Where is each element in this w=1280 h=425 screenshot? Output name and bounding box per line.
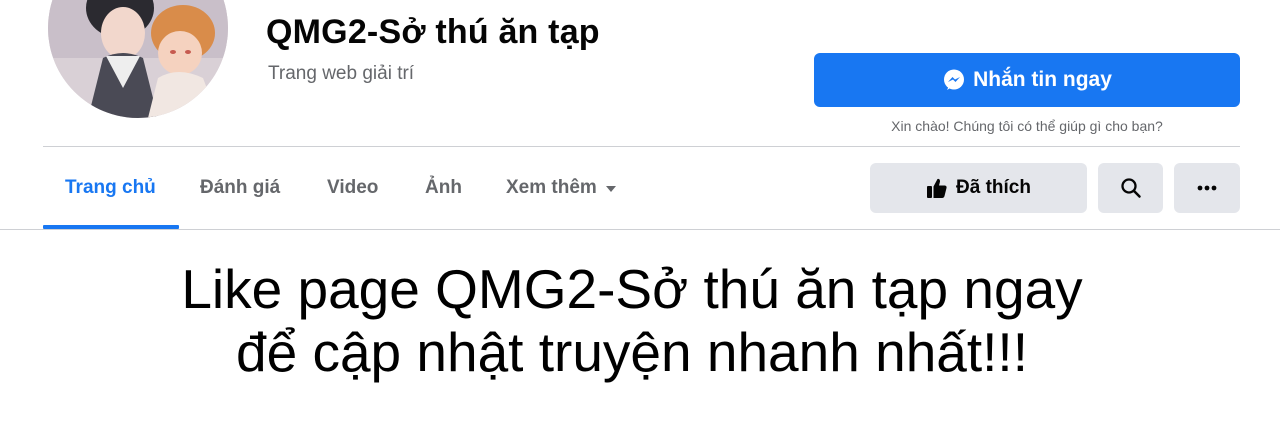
tab-home[interactable]: Trang chủ <box>65 166 156 210</box>
tabs-divider <box>0 229 1280 230</box>
avatar-illustration <box>48 0 228 118</box>
tab-photos[interactable]: Ảnh <box>425 166 462 210</box>
promo-line-2: để cập nhật truyện nhanh nhất!!! <box>236 321 1028 383</box>
tab-reviews[interactable]: Đánh giá <box>200 166 280 210</box>
search-button[interactable] <box>1098 163 1163 213</box>
search-icon <box>1120 177 1142 199</box>
tab-label: Xem thêm <box>506 177 597 198</box>
tab-label: Video <box>327 177 379 198</box>
messenger-icon <box>942 68 966 92</box>
send-message-button[interactable]: Nhắn tin ngay <box>814 53 1240 107</box>
tab-more[interactable]: Xem thêm <box>506 166 616 210</box>
more-options-button[interactable] <box>1174 163 1240 213</box>
liked-button[interactable]: Đã thích <box>870 163 1087 213</box>
header-divider <box>43 146 1240 147</box>
page-title[interactable]: QMG2-Sở thú ăn tạp <box>266 13 600 52</box>
tab-label: Đánh giá <box>200 177 281 198</box>
tab-videos[interactable]: Video <box>327 166 378 210</box>
facebook-page-header: QMG2-Sở thú ăn tạp Trang web giải trí Nh… <box>0 0 1280 425</box>
promo-line-1: Like page QMG2-Sở thú ăn tạp ngay <box>181 258 1083 320</box>
tab-label: Trang chủ <box>65 177 156 198</box>
liked-label: Đã thích <box>956 177 1031 198</box>
page-category: Trang web giải trí <box>268 63 415 84</box>
caret-down-icon <box>605 186 616 192</box>
greeting-text: Xin chào! Chúng tôi có thể giúp gì cho b… <box>891 118 1163 134</box>
promo-message: Like page QMG2-Sở thú ăn tạp ngay để cập… <box>0 258 1264 384</box>
page-avatar[interactable] <box>48 0 228 118</box>
tab-label: Ảnh <box>425 177 462 198</box>
more-dots-icon <box>1196 184 1218 192</box>
send-message-label: Nhắn tin ngay <box>973 68 1112 91</box>
thumbs-up-icon <box>926 177 948 199</box>
